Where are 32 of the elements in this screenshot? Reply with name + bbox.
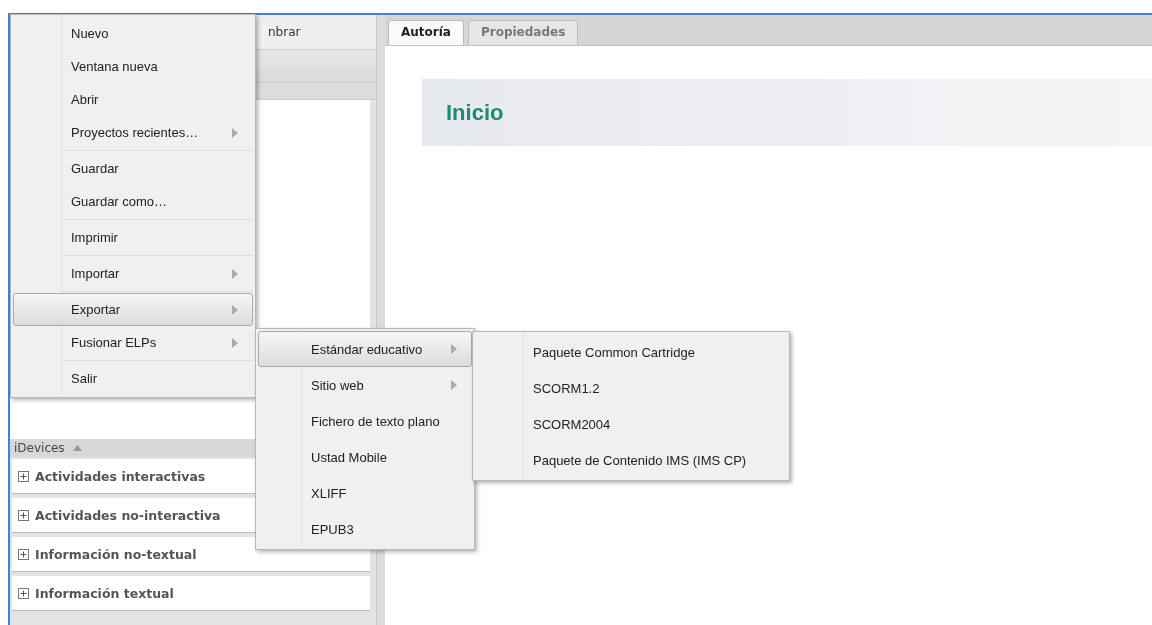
menu-item[interactable]: Salir <box>13 362 253 395</box>
category-label: Información no-textual <box>35 546 197 562</box>
menu-item[interactable]: Estándar educativo <box>258 331 472 367</box>
menu-item[interactable]: Abrir <box>13 83 253 116</box>
menu-item[interactable]: Paquete Common Cartridge <box>475 334 787 370</box>
menu-item[interactable]: Sitio web <box>258 367 472 403</box>
tab[interactable]: Propiedades <box>467 20 579 45</box>
menu-item[interactable]: SCORM1.2 <box>475 370 787 406</box>
panel-title: iDevices <box>14 441 65 455</box>
menu-item[interactable]: Importar <box>13 257 253 290</box>
menu-item[interactable]: Imprimir <box>13 221 253 254</box>
tab[interactable]: Autoría <box>388 20 464 45</box>
menu-item[interactable]: Paquete de Contenido IMS (IMS CP) <box>475 442 787 478</box>
menu-item[interactable]: Exportar <box>13 293 253 326</box>
expand-icon[interactable] <box>18 587 29 599</box>
menu-item[interactable]: Proyectos recientes… <box>13 116 253 149</box>
menu-item[interactable]: Fichero de texto plano <box>258 403 472 439</box>
category-label: Actividades interactivas <box>35 468 206 484</box>
category-row[interactable]: Información textual <box>12 576 370 611</box>
toolbar-label[interactable]: nbrar <box>268 25 301 39</box>
menu-item[interactable]: Guardar como… <box>13 185 253 218</box>
menu-item[interactable]: Ventana nueva <box>13 50 253 83</box>
menu-item[interactable]: Guardar <box>13 152 253 185</box>
expand-icon[interactable] <box>18 470 29 482</box>
category-label: Información textual <box>35 585 174 601</box>
expand-icon[interactable] <box>18 548 29 560</box>
menu-item[interactable]: Nuevo <box>13 17 253 50</box>
menu-item[interactable]: Fusionar ELPs <box>13 326 253 359</box>
expand-icon[interactable] <box>18 509 29 521</box>
menu-item[interactable]: SCORM2004 <box>475 406 787 442</box>
page-title: Inicio <box>446 99 504 126</box>
category-label: Actividades no-interactiva <box>35 507 221 523</box>
